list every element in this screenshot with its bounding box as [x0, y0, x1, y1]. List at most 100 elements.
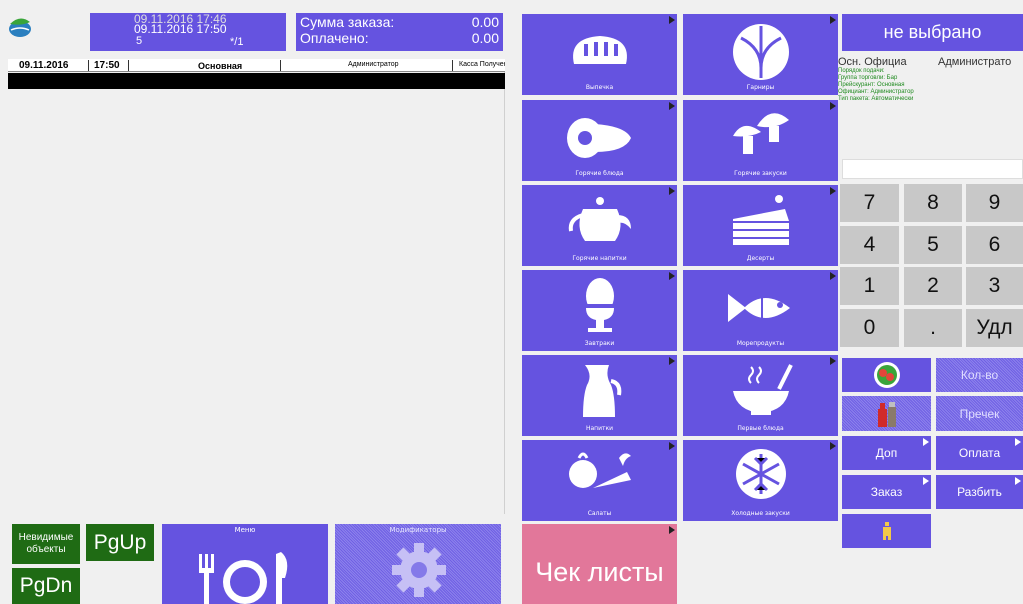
ham-icon	[566, 118, 631, 158]
invisible-objects-button[interactable]: Невидимые объекты	[12, 524, 80, 564]
info-line: Прейскурант: Основная	[838, 82, 905, 88]
category-tile-soups[interactable]: Первые блюда	[683, 355, 838, 436]
category-tile-hot-drinks[interactable]: Горячие напитки	[522, 185, 677, 266]
snowflake-icon	[735, 449, 786, 499]
expand-arrow-icon	[1015, 477, 1021, 485]
column-divider	[128, 60, 129, 71]
paid-value: 0.00	[471, 30, 499, 46]
table-index: */1	[230, 36, 244, 48]
key-label: 0	[863, 316, 876, 339]
salad-plate-icon	[873, 362, 900, 388]
condiments-button[interactable]	[842, 396, 931, 431]
keypad-key-5[interactable]: 5	[904, 226, 962, 264]
expand-arrow-icon	[669, 357, 675, 365]
keypad-key-6[interactable]: 6	[966, 226, 1023, 264]
order-sum-label: Сумма заказа:	[300, 14, 395, 30]
cabbage-icon	[732, 24, 789, 80]
category-label: Горячие закуски	[734, 170, 787, 177]
key-label: 8	[927, 191, 939, 214]
main-waiter-value: Администрато	[938, 56, 1012, 68]
vegetables-icon	[568, 452, 631, 488]
condiment-bottles-icon	[877, 401, 896, 427]
menu-button[interactable]: Меню	[162, 524, 328, 604]
keypad-key-7[interactable]: 7	[840, 184, 899, 222]
keypad-key-9[interactable]: 9	[966, 184, 1023, 222]
split-button[interactable]: Разбить	[936, 475, 1023, 509]
keypad-key-dot[interactable]: .	[904, 309, 962, 347]
cutlery-plate-icon	[199, 552, 288, 604]
expand-arrow-icon	[830, 442, 836, 450]
category-label: Холодные закуски	[731, 510, 790, 517]
category-label: Выпечка	[585, 84, 614, 91]
keypad-key-8[interactable]: 8	[904, 184, 962, 222]
pgdn-button[interactable]: PgDn	[12, 568, 80, 604]
app-logo	[8, 16, 32, 38]
order-sum-value: 0.00	[471, 14, 499, 30]
order-selected-row[interactable]	[8, 73, 505, 89]
info-line: Группа торговли: Бар	[838, 75, 898, 81]
prebill-button[interactable]: Пречек	[936, 396, 1023, 431]
checklists-button[interactable]: Чек листы	[522, 524, 677, 604]
main-waiter-label: Осн. Официа	[838, 56, 907, 68]
category-tile-desserts[interactable]: Десерты	[683, 185, 838, 266]
category-tile-drinks[interactable]: Напитки	[522, 355, 677, 436]
key-label: 3	[988, 274, 1001, 297]
datetime-current: 09.11.2016 17:50	[134, 22, 227, 36]
order-list[interactable]: 09.11.2016 17:50 Основная Администратор …	[8, 59, 505, 514]
category-tile-salads[interactable]: Салаты	[522, 440, 677, 521]
category-tile-seafood[interactable]: Морепродукты	[683, 270, 838, 351]
key-label: 6	[988, 233, 1001, 256]
category-tile-bakery[interactable]: Выпечка	[522, 14, 677, 95]
category-grid: Выпечка Гарниры Горячие блюда Горячие за…	[522, 14, 838, 522]
category-tile-cold-starters[interactable]: Холодные закуски	[683, 440, 838, 521]
order-menu: Основная	[198, 61, 243, 71]
dish-modifier-button[interactable]	[842, 358, 931, 392]
order-datetime-box[interactable]: 09.11.2016 17:46 09.11.2016 17:50 5 */1	[90, 13, 286, 51]
payment-button[interactable]: Оплата	[936, 436, 1023, 470]
category-tile-breakfast[interactable]: Завтраки	[522, 270, 677, 351]
category-label: Первые блюда	[737, 425, 784, 432]
key-label: 1	[863, 274, 876, 297]
category-label: Горячие блюда	[575, 170, 624, 177]
order-time: 17:50	[94, 60, 120, 71]
invisible-objects-label: Невидимые объекты	[18, 532, 74, 555]
modifiers-button[interactable]: Модификаторы	[335, 524, 501, 604]
column-divider	[88, 60, 89, 71]
expand-arrow-icon	[830, 272, 836, 280]
order-date: 09.11.2016	[19, 60, 69, 71]
keypad-key-3[interactable]: 3	[966, 267, 1023, 305]
info-line: Тип пакета: Автоматически	[838, 96, 914, 102]
soup-bowl-icon	[732, 364, 793, 415]
extra-button[interactable]: Доп	[842, 436, 931, 470]
order-header-row[interactable]: 09.11.2016 17:50 Основная Администратор …	[8, 59, 505, 72]
key-label: 4	[863, 233, 876, 256]
category-label: Морепродукты	[736, 340, 785, 347]
category-tile-hot-starters[interactable]: Горячие закуски	[683, 100, 838, 181]
order-waiter: Администратор	[348, 61, 399, 68]
guests-count: 5	[136, 35, 143, 47]
pgup-button[interactable]: PgUp	[86, 524, 154, 561]
column-divider	[452, 60, 453, 71]
order-button[interactable]: Заказ	[842, 475, 931, 509]
key-label: 5	[927, 233, 939, 256]
keypad-key-2[interactable]: 2	[904, 267, 962, 305]
selection-button[interactable]: не выбрано	[842, 14, 1023, 51]
keypad-key-1[interactable]: 1	[840, 267, 899, 305]
info-line: Официант: Администратор	[838, 89, 914, 95]
key-label: 7	[863, 191, 876, 214]
egg-icon	[585, 278, 614, 332]
keypad-key-0[interactable]: 0	[840, 309, 899, 347]
order-label: Заказ	[870, 485, 903, 499]
category-label: Напитки	[585, 425, 614, 432]
order-cashier: Касса Получен	[459, 61, 505, 68]
keypad-key-delete[interactable]: Удл	[966, 309, 1023, 347]
expand-arrow-icon	[669, 526, 675, 534]
category-tile-hot-dishes[interactable]: Горячие блюда	[522, 100, 677, 181]
keypad-input[interactable]	[842, 159, 1023, 179]
order-sum-box: Сумма заказа: 0.00 Оплачено: 0.00	[296, 13, 503, 51]
quantity-button[interactable]: Кол-во	[936, 358, 1023, 392]
info-button[interactable]	[842, 514, 931, 548]
key-label: 2	[927, 274, 939, 297]
keypad-key-4[interactable]: 4	[840, 226, 899, 264]
category-tile-garnishes[interactable]: Гарниры	[683, 14, 838, 95]
